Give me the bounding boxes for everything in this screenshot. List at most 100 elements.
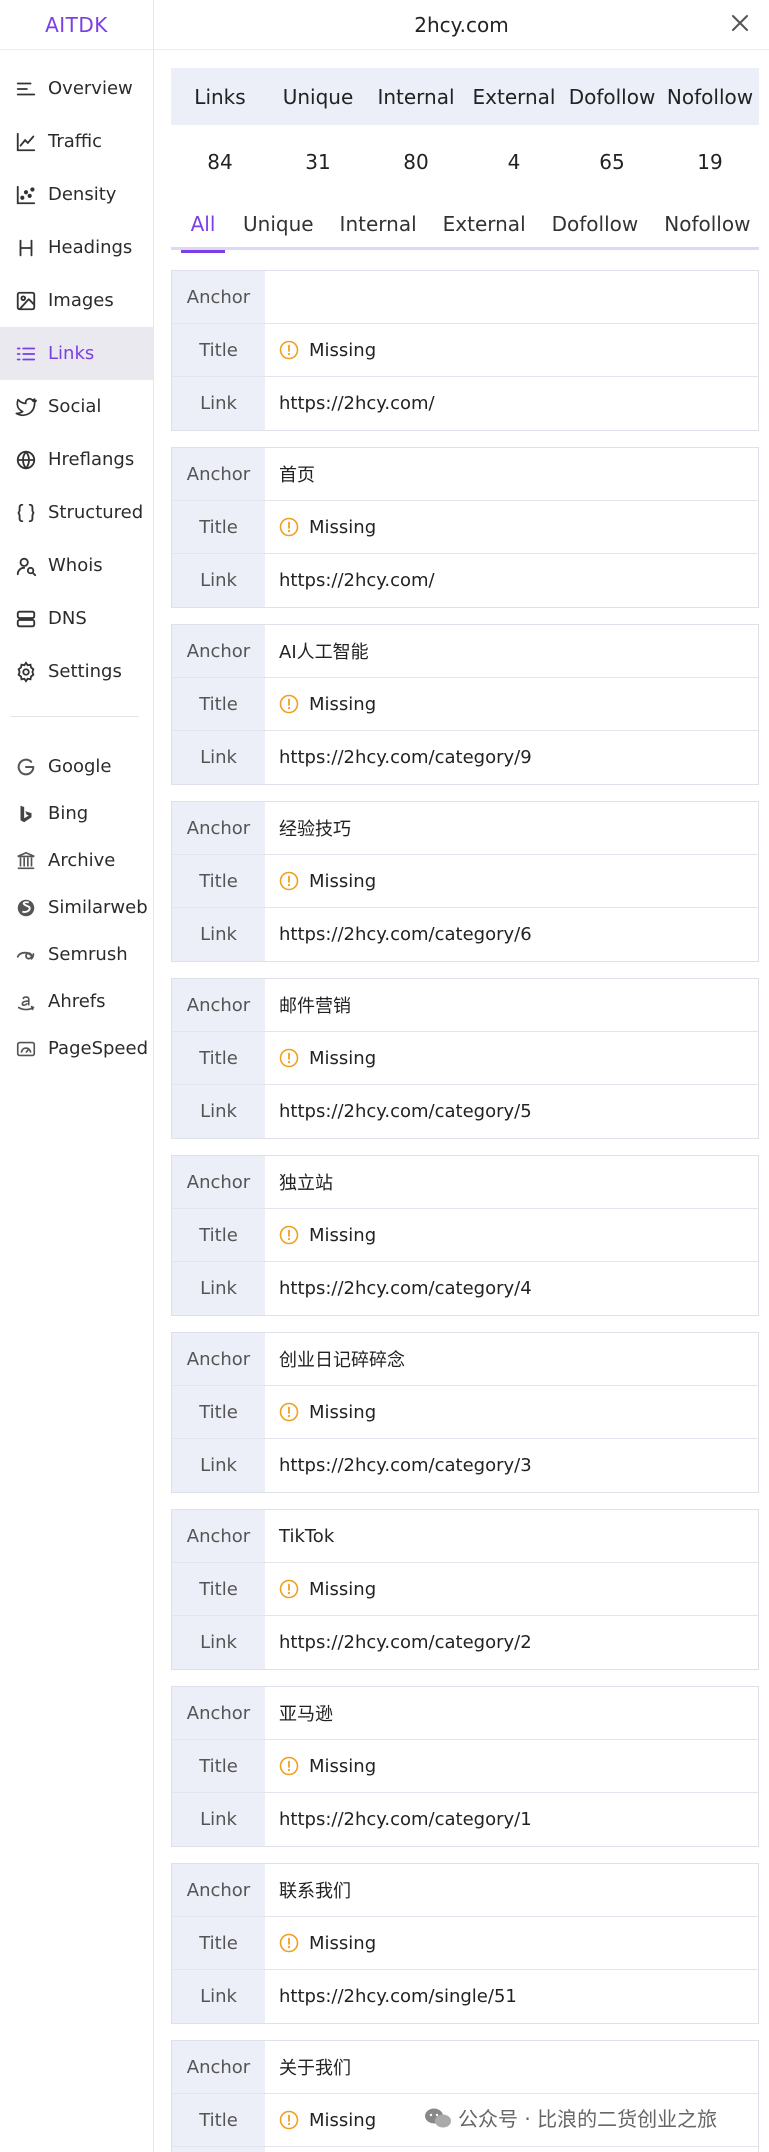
sidebar-item-label: Traffic <box>48 131 103 152</box>
anchor-label: Anchor <box>172 1687 265 1739</box>
sidebar-item-structured[interactable]: Structured <box>0 486 153 539</box>
stat-count-dofollow: 65 <box>599 149 625 174</box>
stats-header-row: Links Unique Internal External Dofollow … <box>171 68 759 125</box>
title-row: Title Missing <box>172 501 758 554</box>
link-url[interactable]: https://2hcy.com/category/4 <box>265 1262 758 1315</box>
sidebar-item-settings[interactable]: Settings <box>0 645 153 698</box>
title-label: Title <box>172 1740 265 1792</box>
tab-internal[interactable]: Internal <box>340 198 417 250</box>
link-url[interactable]: https://2hcy.com/category/9 <box>265 731 758 784</box>
tab-all[interactable]: All <box>181 198 225 253</box>
title-row: Title Missing <box>172 1032 758 1085</box>
page-title: 2hcy.com <box>414 12 509 37</box>
warning-icon <box>279 340 299 360</box>
anchor-value: 独立站 <box>279 1173 333 1194</box>
image-icon <box>14 289 38 313</box>
sidebar-item-social[interactable]: Social <box>0 380 153 433</box>
stats-count-row: 84 31 80 4 65 19 <box>171 125 759 198</box>
link-url[interactable]: https://2hcy.com/category/2 <box>265 1616 758 1669</box>
external-link-label: Similarweb <box>48 897 148 918</box>
title-status: Missing <box>309 1224 377 1246</box>
link-url[interactable]: https://2hcy.com/category/1 <box>265 1793 758 1846</box>
sidebar-divider <box>10 716 139 717</box>
title-value: Missing <box>265 1032 758 1084</box>
sidebar-item-label: Whois <box>48 555 103 576</box>
anchor-value: 邮件营销 <box>279 996 351 1017</box>
link-url[interactable]: https://2hcy.com/ <box>265 377 758 430</box>
title-status: Missing <box>309 1578 377 1600</box>
title-value: Missing <box>265 855 758 907</box>
link-url[interactable]: https://2hcy.com/ <box>265 554 758 607</box>
link-url[interactable]: https://2hcy.com/category/5 <box>265 1085 758 1138</box>
title-value: Missing <box>265 1209 758 1261</box>
external-link-similarweb[interactable]: Similarweb <box>0 884 153 931</box>
sidebar-item-overview[interactable]: Overview <box>0 62 153 115</box>
watermark: 公众号 · 比浪的二货创业之旅 <box>424 2103 717 2132</box>
external-link-google[interactable]: Google <box>0 743 153 790</box>
anchor-row: Anchor 创业日记碎碎念 <box>172 1333 758 1386</box>
link-card: Anchor 邮件营销 Title Missing Link https://2hcy.c… <box>171 978 759 1139</box>
link-card: Anchor TikTok Title Missing Link https://2hcy… <box>171 1509 759 1670</box>
sidebar-item-hreflangs[interactable]: Hreflangs <box>0 433 153 486</box>
wechat-icon <box>425 2108 451 2127</box>
external-link-label: Google <box>48 756 112 777</box>
external-link-semrush[interactable]: Semrush <box>0 931 153 978</box>
sidebar-item-links[interactable]: Links <box>0 327 153 380</box>
tab-unique[interactable]: Unique <box>243 198 314 250</box>
link-label: Link <box>172 908 265 961</box>
warning-icon <box>279 694 299 714</box>
link-card: Anchor 首页 Title Missing Link https://2hcy.com… <box>171 447 759 608</box>
link-url[interactable] <box>265 2147 758 2152</box>
link-url[interactable]: https://2hcy.com/category/6 <box>265 908 758 961</box>
external-link-bing[interactable]: Bing <box>0 790 153 837</box>
globe-icon <box>14 448 38 472</box>
stat-count-nofollow: 19 <box>697 149 723 174</box>
sidebar-item-headings[interactable]: Headings <box>0 221 153 274</box>
link-label: Link <box>172 731 265 784</box>
link-row: Link https://2hcy.com/category/4 <box>172 1262 758 1315</box>
title-status: Missing <box>309 339 377 361</box>
sidebar-item-images[interactable]: Images <box>0 274 153 327</box>
sidebar-item-density[interactable]: Density <box>0 168 153 221</box>
external-link-pagespeed[interactable]: PageSpeed <box>0 1025 153 1072</box>
link-url[interactable]: https://2hcy.com/category/3 <box>265 1439 758 1492</box>
title-label: Title <box>172 1032 265 1084</box>
anchor-row: Anchor TikTok <box>172 1510 758 1563</box>
stat-header-nofollow: Nofollow <box>666 84 754 109</box>
google-icon <box>14 755 38 779</box>
brand-logo[interactable]: AITDK <box>0 0 153 50</box>
title-label: Title <box>172 1386 265 1438</box>
sidebar-item-label: Hreflangs <box>48 449 135 470</box>
link-label: Link <box>172 1439 265 1492</box>
list-icon <box>14 342 38 366</box>
stat-header-external: External <box>472 84 556 109</box>
bing-icon <box>14 802 38 826</box>
tab-external[interactable]: External <box>443 198 526 250</box>
link-label: Link <box>172 1616 265 1669</box>
sidebar-item-dns[interactable]: DNS <box>0 592 153 645</box>
sidebar-item-traffic[interactable]: Traffic <box>0 115 153 168</box>
title-label: Title <box>172 1563 265 1615</box>
anchor-value <box>265 271 758 323</box>
anchor-value: 亚马逊 <box>279 1704 333 1725</box>
close-button[interactable] <box>725 8 755 38</box>
external-link-archive[interactable]: Archive <box>0 837 153 884</box>
external-link-label: Ahrefs <box>48 991 106 1012</box>
scatter-icon <box>14 183 38 207</box>
link-row: Link https://2hcy.com/category/6 <box>172 908 758 961</box>
anchor-row: Anchor 邮件营销 <box>172 979 758 1032</box>
warning-icon <box>279 1933 299 1953</box>
title-label: Title <box>172 501 265 553</box>
external-link-ahrefs[interactable]: Ahrefs <box>0 978 153 1025</box>
link-row: Link https://2hcy.com/category/1 <box>172 1793 758 1846</box>
chart-line-icon <box>14 130 38 154</box>
link-url[interactable]: https://2hcy.com/single/51 <box>265 1970 758 2023</box>
speedometer-icon <box>14 1037 38 1061</box>
sidebar-item-whois[interactable]: Whois <box>0 539 153 592</box>
tab-nofollow[interactable]: Nofollow <box>664 198 750 250</box>
tab-dofollow[interactable]: Dofollow <box>552 198 639 250</box>
similarweb-icon <box>14 896 38 920</box>
title-row: Title Missing <box>172 1386 758 1439</box>
title-label: Title <box>172 855 265 907</box>
title-label: Title <box>172 2094 265 2146</box>
